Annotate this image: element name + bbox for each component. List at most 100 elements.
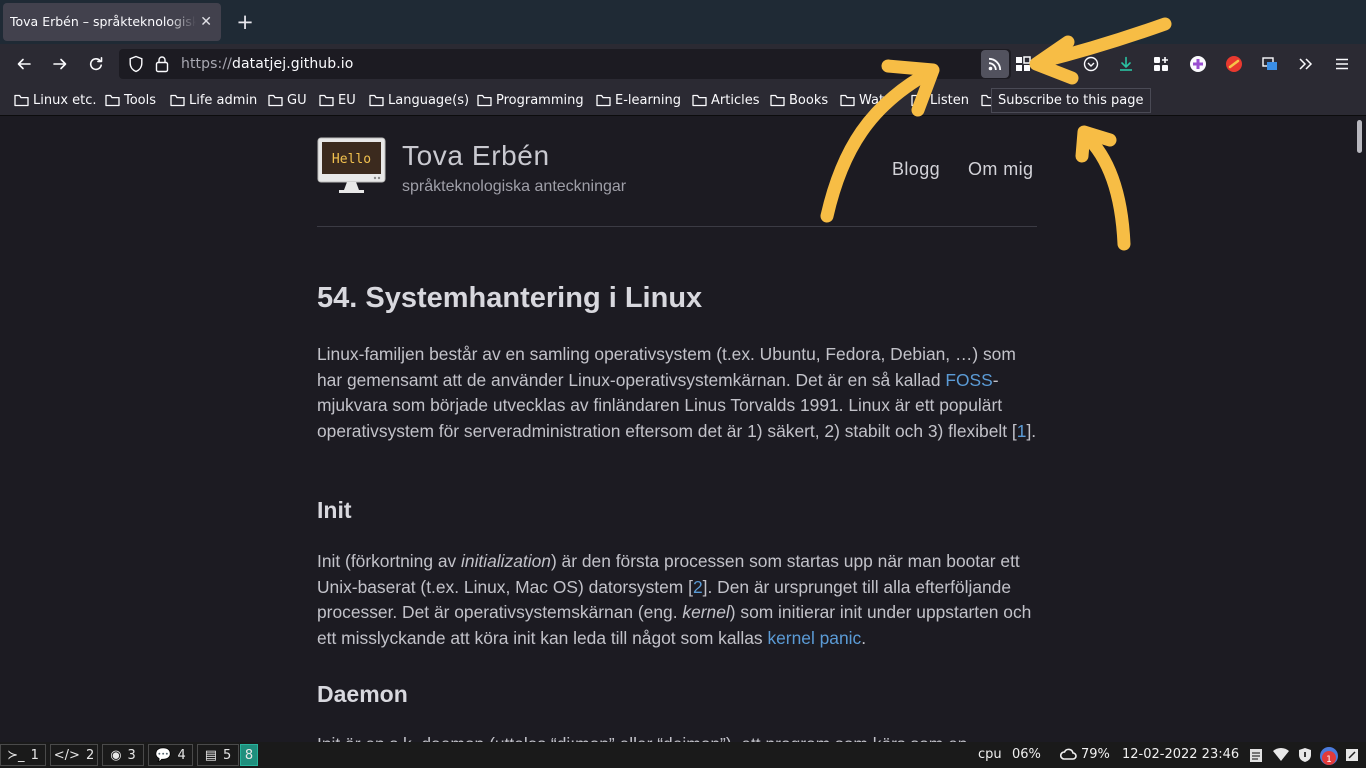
- menu-icon: [1336, 58, 1348, 70]
- bookmark-label: Articles: [711, 92, 760, 108]
- overflow-menu-button[interactable]: [1293, 52, 1317, 76]
- wifi-icon[interactable]: [1272, 747, 1290, 767]
- bookmark-folder-3[interactable]: Life admin: [170, 91, 257, 109]
- rss-icon: [988, 57, 1002, 71]
- bookmark-folder-10[interactable]: Books: [770, 91, 828, 109]
- tab-title: Tova Erbén – språkteknologiska antecknin…: [10, 14, 196, 29]
- containers-button[interactable]: [1258, 52, 1282, 76]
- workspace-5[interactable]: ▤ 5: [197, 744, 239, 766]
- extension-grid-button[interactable]: [1011, 52, 1035, 76]
- bookmarks-toolbar: Linux etc. Tools Life admin GU EU Language(s)…: [0, 84, 1366, 116]
- workspace-8[interactable]: 8: [240, 744, 258, 766]
- subscribe-tooltip: Subscribe to this page: [991, 88, 1151, 113]
- bookmark-folder-9[interactable]: Articles: [692, 91, 759, 109]
- bookmark-folder-2[interactable]: Tools: [105, 91, 156, 109]
- new-tab-button[interactable]: +: [233, 9, 257, 35]
- folder-icon: [770, 94, 785, 106]
- heading-daemon: Daemon: [317, 681, 408, 707]
- folder-icon: [268, 94, 283, 106]
- power-icon[interactable]: [1344, 747, 1360, 767]
- code-icon: </>: [53, 747, 80, 763]
- bookmark-label: Language(s): [388, 92, 470, 108]
- plus-badge-icon: [1190, 56, 1206, 72]
- workspace-1[interactable]: ≻_ 1: [0, 744, 46, 766]
- reload-icon: [89, 57, 103, 71]
- overflow-chevrons-icon: [1299, 58, 1313, 70]
- workspace-2[interactable]: </> 2: [50, 744, 98, 766]
- red-extension-icon: [1226, 56, 1242, 72]
- forward-arrow-icon: [53, 58, 67, 70]
- folder-icon: [14, 94, 29, 106]
- workspace-3[interactable]: ◉ 3: [102, 744, 144, 766]
- book-icon: ▤: [204, 747, 217, 763]
- downloads-button[interactable]: [1114, 52, 1138, 76]
- subscribe-rss-button[interactable]: [981, 50, 1009, 78]
- cpu-label: cpu: [978, 747, 1002, 762]
- lock-icon[interactable]: [155, 55, 169, 77]
- notification-badge-icon[interactable]: 1: [1319, 746, 1339, 768]
- tab-close-icon[interactable]: ✕: [200, 3, 212, 41]
- cpu-value: 06%: [1012, 747, 1041, 762]
- reload-button[interactable]: [84, 52, 108, 76]
- url-host: datatjej.github.io: [231, 56, 354, 72]
- app-menu-button[interactable]: [1330, 52, 1354, 76]
- folder-icon: [692, 94, 707, 106]
- nav-link-blogg[interactable]: Blogg: [892, 159, 940, 180]
- url-text[interactable]: https://datatjej.github.io: [181, 49, 353, 79]
- bookmark-label: Linux etc.: [33, 92, 97, 108]
- paragraph-init: Init (förkortning av initialization) är …: [317, 551, 1032, 648]
- paragraph-daemon: Init är en s.k. daemon (uttalas “di:mon”…: [317, 732, 1042, 742]
- bookmark-label: Books: [789, 92, 829, 108]
- bookmark-folder-8[interactable]: E-learning: [596, 91, 681, 109]
- folder-icon: [319, 94, 334, 106]
- chat-icon: 💬: [155, 747, 172, 763]
- clipboard-icon[interactable]: [1248, 747, 1264, 767]
- bookmark-folder-11[interactable]: Wate: [840, 91, 892, 109]
- folder-icon: [911, 94, 926, 106]
- battery-cloud-icon: [1059, 747, 1078, 767]
- globe-icon: ◉: [110, 747, 122, 763]
- forward-button[interactable]: [48, 52, 72, 76]
- web-page: Hello Tova Erbén språkteknologiska antec…: [0, 116, 1366, 742]
- header-divider: [317, 226, 1037, 227]
- terminal-icon: ≻_: [7, 747, 25, 763]
- article-title: 54. Systemhantering i Linux: [317, 282, 703, 314]
- extension-grid-icon: [1016, 56, 1031, 71]
- folder-icon: [369, 94, 384, 106]
- url-bar[interactable]: https://datatjej.github.io: [119, 49, 1011, 79]
- pocket-icon: [1083, 56, 1099, 72]
- plus-badge-extension-button[interactable]: [1186, 52, 1210, 76]
- extensions-button[interactable]: [1149, 52, 1173, 76]
- site-logo[interactable]: Hello: [317, 137, 387, 199]
- bookmark-folder-5[interactable]: EU: [319, 91, 356, 109]
- kernel-panic-link[interactable]: kernel panic: [767, 628, 861, 648]
- folder-icon: [105, 94, 120, 106]
- extensions-icon: [1154, 57, 1168, 71]
- pocket-button[interactable]: [1079, 52, 1103, 76]
- bookmark-folder-7[interactable]: Programming: [477, 91, 584, 109]
- foss-link[interactable]: FOSS: [945, 370, 992, 390]
- bookmark-folder-12[interactable]: Listen: [911, 91, 969, 109]
- site-title[interactable]: Tova Erbén: [402, 140, 550, 172]
- back-button[interactable]: [12, 52, 36, 76]
- reference-1-link[interactable]: 1: [1017, 421, 1027, 441]
- active-tab[interactable]: Tova Erbén – språkteknologiska antecknin…: [3, 3, 221, 41]
- notification-count: 1: [1326, 755, 1332, 765]
- clock[interactable]: 12-02-2022 23:46: [1122, 742, 1239, 768]
- bookmark-folder-6[interactable]: Language(s): [369, 91, 469, 109]
- red-extension-button[interactable]: [1222, 52, 1246, 76]
- nav-link-om-mig[interactable]: Om mig: [968, 159, 1033, 180]
- bookmark-label: Listen: [930, 92, 969, 108]
- scrollbar-thumb[interactable]: [1357, 120, 1362, 153]
- workspace-4[interactable]: 💬 4: [148, 744, 193, 766]
- system-taskbar: ≻_ 1 </> 2 ◉ 3 💬 4 ▤ 5 8 cpu 06% 79% 12-02-20…: [0, 742, 1366, 768]
- shield-tray-icon[interactable]: [1297, 747, 1313, 767]
- tracking-shield-icon[interactable]: [128, 55, 144, 77]
- bookmark-label: GU: [287, 92, 307, 108]
- reference-2-link[interactable]: 2: [693, 577, 703, 597]
- back-arrow-icon: [17, 58, 31, 70]
- bookmark-folder-4[interactable]: GU: [268, 91, 307, 109]
- bookmark-folder-1[interactable]: Linux etc.: [14, 91, 97, 109]
- site-subtitle: språkteknologiska anteckningar: [402, 178, 627, 195]
- containers-icon: [1262, 57, 1277, 70]
